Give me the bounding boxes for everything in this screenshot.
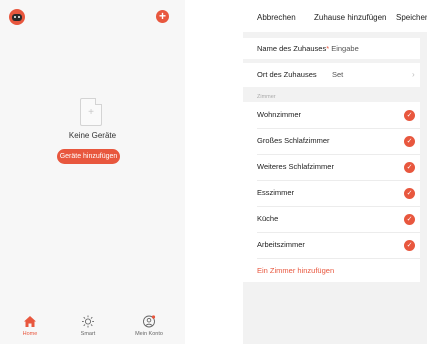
room-label: Wohnzimmer — [257, 110, 302, 119]
cancel-button[interactable]: Abbrechen — [257, 13, 296, 22]
home-name-label: Name des Zuhauses — [257, 44, 327, 53]
tab-home[interactable]: Home — [20, 315, 40, 337]
tab-smart[interactable]: Smart — [78, 315, 98, 337]
room-label: Esszimmer — [257, 188, 295, 197]
room-row[interactable]: Wohnzimmer ✓ — [243, 102, 420, 128]
add-home-screen: Abbrechen Zuhause hinzufügen Speichern N… — [243, 0, 427, 344]
checkmark-icon[interactable]: ✓ — [404, 136, 415, 147]
home-name-input[interactable]: Eingabe — [331, 44, 359, 53]
chevron-right-icon: › — [412, 70, 415, 79]
room-label: Küche — [257, 214, 279, 223]
rooms-section-header: Zimmer — [257, 94, 276, 100]
sun-icon — [82, 315, 94, 328]
home-location-label: Ort des Zuhauses — [257, 70, 317, 79]
user-icon — [143, 315, 156, 328]
tab-mein-konto[interactable]: Mein Konto — [132, 315, 166, 337]
add-devices-button[interactable]: Geräte hinzufügen — [57, 149, 120, 164]
home-switch-icon[interactable] — [9, 9, 25, 25]
room-row[interactable]: Weiteres Schlafzimmer ✓ — [243, 154, 420, 180]
empty-device-icon: + — [80, 98, 102, 126]
header-bar: Abbrechen Zuhause hinzufügen Speichern — [243, 0, 427, 32]
checkmark-icon[interactable]: ✓ — [404, 240, 415, 251]
add-room-link[interactable]: Ein Zimmer hinzufügen — [257, 259, 334, 282]
room-row[interactable]: Küche ✓ — [243, 206, 420, 232]
checkmark-icon[interactable]: ✓ — [404, 188, 415, 199]
add-device-plus-icon[interactable]: + — [156, 10, 169, 23]
no-devices-label: Keine Geräte — [68, 131, 117, 140]
room-row[interactable]: Esszimmer ✓ — [243, 180, 420, 206]
home-icon — [24, 316, 36, 327]
required-mark: * — [326, 44, 330, 53]
checkmark-icon[interactable]: ✓ — [404, 214, 415, 225]
home-name-row[interactable]: Name des Zuhauses* Eingabe — [243, 38, 420, 59]
room-label: Arbeitszimmer — [257, 240, 305, 249]
home-screen: + + Keine Geräte Geräte hinzufügen Home … — [0, 0, 185, 344]
add-room-row[interactable]: Ein Zimmer hinzufügen — [243, 259, 420, 282]
home-location-value: Set — [332, 70, 344, 79]
room-row[interactable]: Großes Schlafzimmer ✓ — [243, 128, 420, 154]
home-location-row[interactable]: Ort des Zuhauses Set › — [243, 63, 420, 87]
checkmark-icon[interactable]: ✓ — [404, 162, 415, 173]
rooms-list: Wohnzimmer ✓ Großes Schlafzimmer ✓ Weite… — [243, 102, 420, 282]
room-label: Weiteres Schlafzimmer — [257, 162, 334, 171]
room-label: Großes Schlafzimmer — [257, 136, 330, 145]
room-row[interactable]: Arbeitszimmer ✓ — [243, 232, 420, 258]
tab-bar: Home Smart Mein Konto — [0, 315, 185, 344]
checkmark-icon[interactable]: ✓ — [404, 110, 415, 121]
save-button[interactable]: Speichern — [396, 13, 427, 22]
page-title: Zuhause hinzufügen — [314, 13, 387, 22]
